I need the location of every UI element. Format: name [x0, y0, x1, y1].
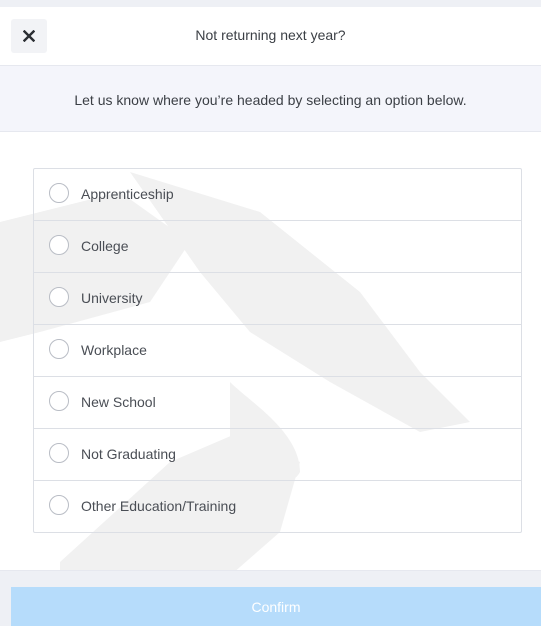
option-other-education-training[interactable]: Other Education/Training: [34, 481, 521, 532]
options-list: Apprenticeship College University Workpl…: [33, 168, 522, 533]
instruction-bar: Let us know where you’re headed by selec…: [0, 66, 541, 132]
modal-title: Not returning next year?: [195, 27, 346, 43]
radio-button[interactable]: [49, 287, 69, 307]
top-strip: [0, 0, 541, 7]
modal-footer: Confirm: [0, 570, 541, 626]
option-label: Workplace: [81, 342, 147, 358]
instruction-text: Let us know where you’re headed by selec…: [74, 92, 467, 108]
options-area: Apprenticeship College University Workpl…: [0, 132, 541, 570]
confirm-button[interactable]: Confirm: [11, 587, 541, 626]
radio-button[interactable]: [49, 339, 69, 359]
option-university[interactable]: University: [34, 273, 521, 325]
radio-button[interactable]: [49, 183, 69, 203]
modal-dialog: Not returning next year? Let us know whe…: [0, 0, 541, 626]
option-workplace[interactable]: Workplace: [34, 325, 521, 377]
radio-button[interactable]: [49, 391, 69, 411]
option-label: Other Education/Training: [81, 498, 237, 514]
option-label: New School: [81, 394, 156, 410]
option-label: College: [81, 238, 129, 254]
option-label: University: [81, 290, 143, 306]
option-label: Apprenticeship: [81, 186, 174, 202]
radio-button[interactable]: [49, 235, 69, 255]
radio-button[interactable]: [49, 443, 69, 463]
option-new-school[interactable]: New School: [34, 377, 521, 429]
radio-button[interactable]: [49, 495, 69, 515]
option-college[interactable]: College: [34, 221, 521, 273]
modal-header: Not returning next year?: [0, 7, 541, 66]
option-not-graduating[interactable]: Not Graduating: [34, 429, 521, 481]
option-apprenticeship[interactable]: Apprenticeship: [34, 169, 521, 221]
option-label: Not Graduating: [81, 446, 176, 462]
